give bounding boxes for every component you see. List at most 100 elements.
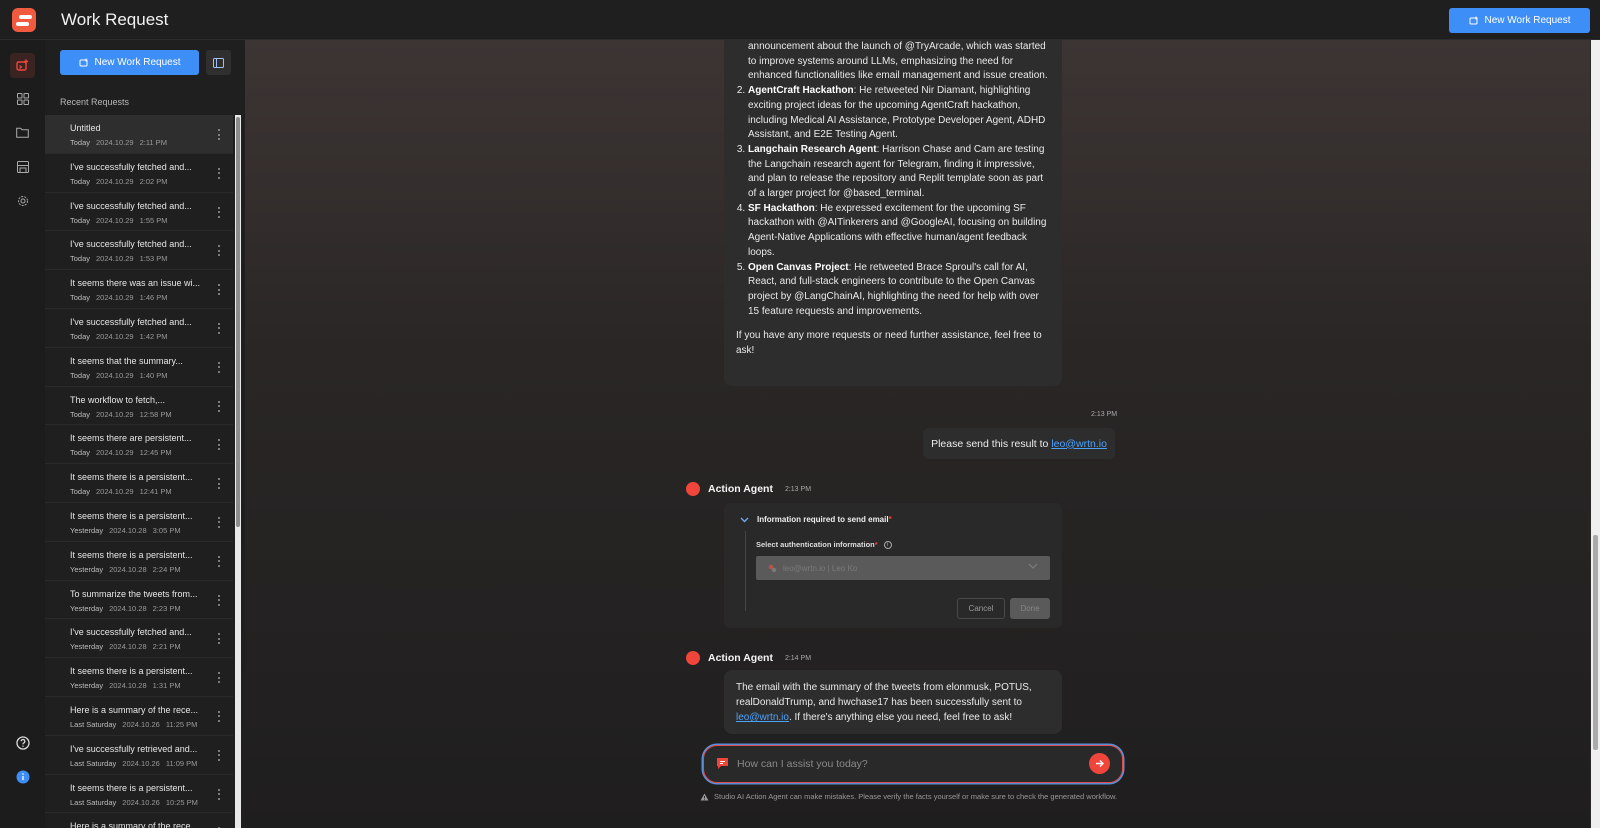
request-list-item[interactable]: It seems there is a persistent... Yesterd… [45,542,233,581]
request-meta: Today 2024.10.29 12:58 PM [70,410,172,419]
email-link[interactable]: leo@wrtn.io [736,712,789,723]
rail-dashboard[interactable] [10,86,35,111]
request-list-item[interactable]: It seems there is a persistent... Last Sa… [45,775,233,814]
chat-scrollbar[interactable] [1591,40,1600,828]
request-meta: Today 2024.10.29 1:42 PM [70,332,168,341]
message-list-item: Langchain Research Agent: Harrison Chase… [748,143,1050,202]
form-header[interactable]: Information required to send email* [740,515,892,524]
info-icon[interactable]: i [883,540,892,549]
more-options-icon[interactable] [218,245,221,257]
recent-requests-list: Untitled Today 2024.10.29 2:11 PM I've succe… [45,115,233,828]
request-list-item[interactable]: I've successfully fetched and... Yesterda… [45,619,233,659]
email-link[interactable]: leo@wrtn.io [1051,438,1107,450]
request-time: 1:53 PM [139,254,168,264]
request-list-item[interactable]: Here is a summary of the rece... [45,813,233,828]
sidebar-toggle-button[interactable] [206,50,231,75]
rail-help[interactable] [10,730,35,755]
gear-icon [17,195,28,206]
rail-work-request[interactable] [10,53,35,78]
more-options-icon[interactable] [218,322,221,334]
request-time: 10:25 PM [165,797,198,807]
request-meta: Today 2024.10.29 1:40 PM [70,371,168,380]
more-options-icon[interactable] [218,516,221,528]
more-options-icon[interactable] [218,672,221,684]
disclaimer-text: Studio AI Action Agent can make mistakes… [714,792,1118,801]
request-list-item[interactable]: Here is a summary of the rece... Last Sat… [45,697,233,736]
request-day: Today [70,331,91,341]
request-list-item[interactable]: Untitled Today 2024.10.29 2:11 PM [45,115,233,154]
more-options-icon[interactable] [218,788,221,800]
more-options-icon[interactable] [218,400,221,412]
send-button[interactable] [1089,753,1110,774]
request-list-item[interactable]: I've successfully fetched and... Today 202… [45,193,233,232]
request-meta: Yesterday 2024.10.28 1:31 PM [70,681,181,690]
request-list-item[interactable]: It seems there was an issue wi... Today 20… [45,270,233,309]
auth-select[interactable]: leo@wrtn.io | Leo Ko [756,556,1050,580]
more-options-icon[interactable] [218,478,221,490]
request-list-item[interactable]: It seems there are persistent... Today 202… [45,425,233,465]
request-list-item[interactable]: It seems there is a persistent... Yesterd… [45,658,233,697]
more-options-icon[interactable] [218,749,221,761]
request-title: It seems there is a persistent... [70,782,193,793]
request-list-item[interactable]: To summarize the tweets from... Yesterday… [45,581,233,620]
assistant-message: announcement about the launch of @TryArc… [724,40,1062,386]
cancel-button[interactable]: Cancel [957,598,1005,619]
request-list-item[interactable]: It seems there is a persistent... Yesterd… [45,503,233,542]
new-work-request-button[interactable]: New Work Request [1449,8,1590,33]
agent-message-text: The email with the summary of the tweets… [736,682,1032,708]
rail-settings[interactable] [10,188,35,213]
more-options-icon[interactable] [218,594,221,606]
app-logo[interactable] [12,8,36,32]
account-icon [768,564,777,572]
sidebar-new-work-request-button[interactable]: New Work Request [60,50,199,75]
request-list-item[interactable]: I've successfully fetched and... Today 202… [45,154,233,193]
rail-files[interactable] [10,120,35,145]
icon-rail [0,40,45,828]
request-time: 1:31 PM [152,681,181,691]
chat-input[interactable] [737,755,1077,773]
request-list-item[interactable]: I've successfully fetched and... Today 202… [45,231,233,271]
chat-scrollbar-thumb[interactable] [1593,535,1598,750]
done-button[interactable]: Done [1010,598,1050,619]
request-date: 2024.10.26 [122,797,160,807]
request-date: 2024.10.28 [109,603,147,613]
rail-info[interactable] [10,764,35,789]
agent-name: Action Agent [708,483,773,495]
request-time: 11:09 PM [165,758,198,768]
request-date: 2024.10.29 [96,370,134,380]
request-title: It seems there are persistent... [70,433,192,444]
request-date: 2024.10.29 [96,215,134,225]
agent-message: The email with the summary of the tweets… [724,670,1062,734]
more-options-icon[interactable] [218,555,221,567]
more-options-icon[interactable] [218,284,221,296]
new-request-icon [79,58,88,66]
request-date: 2024.10.29 [96,254,134,264]
request-list-item[interactable]: The workflow to fetch,... Today 2024.10.29… [45,387,233,426]
request-day: Yesterday [70,564,104,574]
more-options-icon[interactable] [218,129,221,140]
request-title: It seems there is a persistent... [70,666,193,677]
more-options-icon[interactable] [218,710,221,722]
more-options-icon[interactable] [218,167,221,179]
more-options-icon[interactable] [218,206,221,218]
request-list-item[interactable]: It seems that the summary... Today 2024.10… [45,348,233,387]
request-list-item[interactable]: It seems there is a persistent... Today 20… [45,464,233,503]
request-list-item[interactable]: I've successfully retrieved and... Last S… [45,736,233,775]
info-icon [16,770,29,783]
help-icon [15,735,30,750]
rail-store[interactable] [10,154,35,179]
request-title: It seems there is a persistent... [70,549,193,560]
more-options-icon[interactable] [218,361,221,373]
request-list-item[interactable]: I've successfully fetched and... Today 202… [45,309,233,348]
request-day: Last Saturday [70,719,117,729]
agent-message-text-end: . If there's anything else you need, fee… [788,712,1013,723]
agent-header: Action Agent 2:14 PM [686,651,811,665]
more-options-icon[interactable] [218,439,221,451]
sidebar-scrollbar[interactable] [235,115,241,828]
more-options-icon[interactable] [218,633,221,645]
request-time: 2:21 PM [152,642,181,652]
request-day: Today [70,293,91,303]
sidebar-scrollbar-thumb[interactable] [236,117,240,527]
request-title: It seems that the summary... [70,355,183,366]
folder-icon [16,127,29,138]
